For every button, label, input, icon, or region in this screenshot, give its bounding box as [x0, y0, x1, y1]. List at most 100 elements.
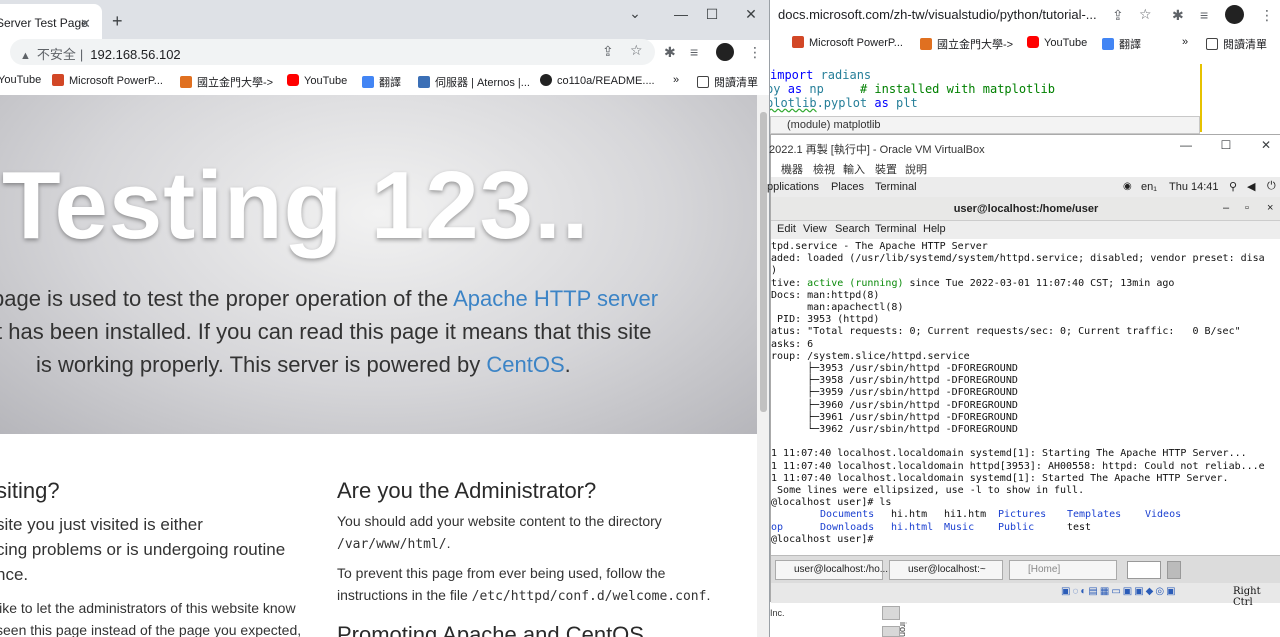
- bookmark-powerpoint[interactable]: Microsoft PowerP...: [52, 74, 163, 87]
- vbox-close-button[interactable]: ✕: [1251, 138, 1280, 152]
- menu-icon[interactable]: ⋮: [748, 44, 762, 61]
- applications-menu[interactable]: pplications: [767, 181, 819, 193]
- terminal-maximize-button[interactable]: ▫: [1245, 202, 1249, 214]
- bookmark-powerpoint[interactable]: Microsoft PowerP...: [792, 36, 903, 49]
- bookmark-github[interactable]: co110a/README....: [540, 74, 655, 87]
- share-icon[interactable]: ⇪: [1112, 7, 1124, 24]
- bookmark-youtube-1[interactable]: YouTube: [0, 74, 41, 86]
- bookmark-translate[interactable]: 翻譯: [362, 74, 401, 90]
- bookmark-star-icon[interactable]: ☆: [630, 42, 643, 59]
- media-icon[interactable]: ≡: [1200, 7, 1208, 23]
- code-editor: import radians py as np # installed with…: [770, 60, 1280, 140]
- bookmark-nqu[interactable]: 國立金門大學->: [920, 36, 1013, 52]
- bookmark-youtube-2[interactable]: YouTube: [287, 74, 347, 87]
- path-code: /etc/httpd/conf.d/welcome.conf: [471, 589, 707, 604]
- extensions-icon[interactable]: ✱: [1172, 7, 1184, 24]
- bookmark-aternos[interactable]: 伺服器 | Aternos |...: [418, 74, 530, 90]
- terminal-line: 01 11:07:40 localhost.localdomain system…: [771, 472, 1229, 484]
- terminal-output[interactable]: ttpd.service - The Apache HTTP Server oad…: [771, 239, 1280, 555]
- bookmark-youtube[interactable]: YouTube: [1027, 36, 1087, 49]
- tab-title: Server Test Page: [0, 16, 88, 30]
- terminal-minimize-button[interactable]: –: [1223, 202, 1229, 214]
- power-icon[interactable]: ⏻: [1267, 180, 1276, 193]
- minimize-button[interactable]: —: [666, 6, 696, 22]
- tab-server-test-page[interactable]: Server Test Page ✕: [0, 4, 102, 40]
- ls-entry: Templates: [1067, 509, 1122, 521]
- vbox-menu-machine[interactable]: 機器: [781, 161, 803, 177]
- bookmark-translate[interactable]: 翻譯: [1102, 36, 1141, 52]
- address-bar[interactable]: ▲ 不安全 | 192.168.56.102 ⇪ ☆: [10, 39, 655, 65]
- visitor-text: nce.: [0, 565, 29, 584]
- maximize-button[interactable]: ☐: [697, 6, 727, 23]
- centos-link[interactable]: CentOS: [486, 352, 564, 377]
- ls-entry: Documents: [820, 509, 875, 521]
- workspace-switcher[interactable]: [1127, 561, 1161, 579]
- terminal-menu[interactable]: Terminal: [875, 181, 917, 193]
- vbox-maximize-button[interactable]: ☐: [1211, 138, 1241, 152]
- vbox-menu-view[interactable]: 檢視: [813, 161, 835, 177]
- clock[interactable]: Thu 14:41: [1169, 181, 1219, 193]
- page-fragment: ironmer: [898, 622, 908, 637]
- code-text: .pyplot: [816, 96, 875, 110]
- taskbar-terminal-1[interactable]: user@localhost:/ho...: [775, 560, 888, 580]
- bookmark-star-icon[interactable]: ☆: [1139, 6, 1152, 23]
- apache-link[interactable]: Apache HTTP server: [453, 286, 658, 311]
- terminal-menu-view[interactable]: View: [803, 223, 827, 235]
- device-status-icons[interactable]: ▣◌◐▤▦▭▣▣◆◎▣: [1061, 586, 1178, 597]
- avatar[interactable]: [716, 43, 734, 61]
- vbox-menu-input[interactable]: 輸入: [843, 161, 865, 177]
- terminal-prompt[interactable]: t@localhost user]#: [771, 534, 879, 546]
- virtualbox-window: 2022.1 再製 [執行中] - Oracle VM VirtualBox —…: [767, 134, 1280, 608]
- share-icon[interactable]: ⇪: [602, 43, 614, 60]
- places-menu[interactable]: Places: [831, 181, 864, 193]
- ls-entry: [771, 509, 777, 521]
- url-text[interactable]: docs.microsoft.com/zh-tw/visualstudio/py…: [778, 7, 1097, 22]
- powerpoint-icon: [792, 36, 804, 48]
- bookmark-nqu[interactable]: 國立金門大學->: [180, 74, 273, 90]
- left-browser-window: Server Test Page ✕ + ⌄ — ☐ ✕ ▲ 不安全 | 192.16…: [0, 0, 770, 637]
- ls-entry: Public: [998, 521, 1047, 533]
- terminal-line: t@localhost user]# ls: [771, 497, 892, 509]
- bookmark-label: Microsoft PowerP...: [809, 37, 903, 49]
- bookmarks-more[interactable]: »: [673, 74, 679, 86]
- language-indicator[interactable]: en₁: [1141, 181, 1157, 193]
- terminal-menu-search[interactable]: Search: [835, 223, 870, 235]
- bookmark-label: 伺服器 | Aternos |...: [435, 77, 530, 89]
- terminal-line: ├─3958 /usr/sbin/httpd -DFOREGROUND: [771, 375, 1018, 387]
- bookmarks-more[interactable]: »: [1182, 36, 1188, 48]
- vbox-menu-help[interactable]: 說明: [905, 161, 927, 177]
- bookmark-label: 翻譯: [379, 77, 401, 89]
- terminal-close-button[interactable]: ×: [1267, 202, 1273, 214]
- taskbar-home[interactable]: [Home]: [1009, 560, 1117, 580]
- avatar[interactable]: [1225, 5, 1244, 24]
- terminal-menu-terminal[interactable]: Terminal: [875, 223, 917, 235]
- reading-list[interactable]: 閱讀清單: [697, 74, 758, 90]
- reading-list-icon: [697, 76, 709, 88]
- keyword: as: [874, 96, 889, 110]
- scrollbar-thumb[interactable]: [760, 112, 767, 412]
- tab-search-icon[interactable]: ⌄: [620, 5, 650, 22]
- vbox-minimize-button[interactable]: —: [1171, 138, 1201, 152]
- menu-icon[interactable]: ⋮: [1260, 7, 1274, 24]
- extensions-icon[interactable]: ✱: [664, 44, 676, 61]
- close-button[interactable]: ✕: [736, 6, 766, 23]
- admin-text: You should add your website content to t…: [337, 513, 662, 529]
- new-tab-button[interactable]: +: [112, 11, 123, 32]
- workspace-switcher[interactable]: [1167, 561, 1181, 579]
- media-icon[interactable]: ≡: [690, 44, 698, 60]
- status-active-text: active (running): [807, 277, 904, 289]
- tab-close-icon[interactable]: ✕: [80, 16, 91, 32]
- network-icon[interactable]: ⚲: [1229, 180, 1237, 193]
- admin-text: .: [706, 587, 711, 603]
- volume-icon[interactable]: ◀: [1247, 180, 1255, 193]
- taskbar-terminal-2[interactable]: user@localhost:~: [889, 560, 1003, 580]
- input-method-icon[interactable]: ◉: [1123, 181, 1132, 192]
- terminal-menu-edit[interactable]: Edit: [777, 223, 796, 235]
- bookmark-label: YouTube: [304, 75, 348, 87]
- keyword: as: [787, 82, 803, 96]
- terminal-line: oaded: loaded (/usr/lib/systemd/system/h…: [771, 253, 1265, 265]
- reading-list[interactable]: 閱讀清單: [1206, 36, 1267, 52]
- terminal-menu-help[interactable]: Help: [923, 223, 946, 235]
- page-below: Inc. ironmer: [770, 602, 1280, 637]
- vbox-menu-devices[interactable]: 裝置: [875, 161, 897, 177]
